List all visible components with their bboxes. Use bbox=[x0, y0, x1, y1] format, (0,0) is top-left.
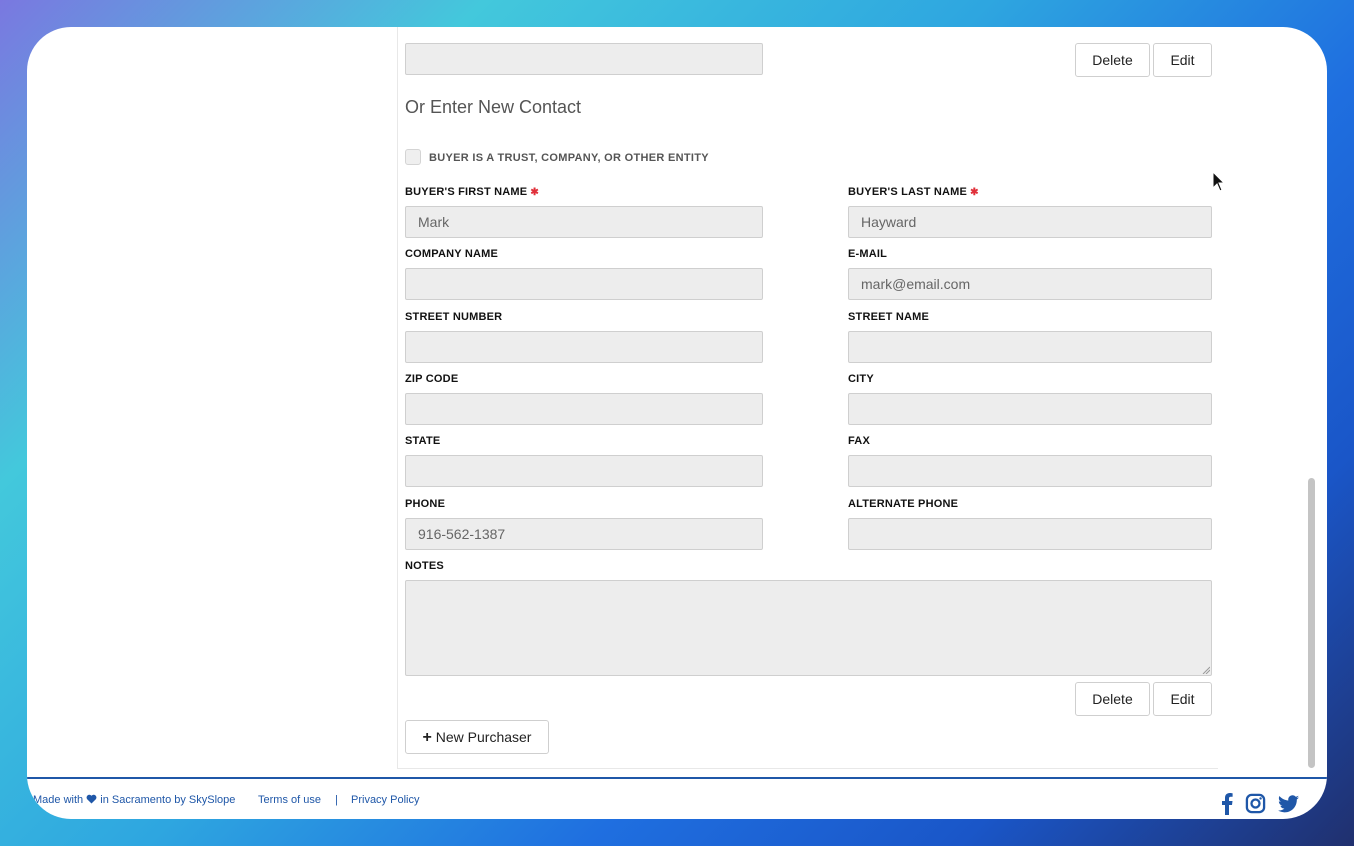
twitter-icon[interactable] bbox=[1278, 795, 1299, 813]
city-label: CITY bbox=[848, 373, 874, 385]
alternate-phone-input[interactable] bbox=[848, 518, 1212, 550]
entity-checkbox-label: BUYER IS A TRUST, COMPANY, OR OTHER ENTI… bbox=[429, 152, 709, 164]
app-window: Delete Edit Or Enter New Contact BUYER I… bbox=[27, 27, 1327, 819]
edit-button[interactable]: Edit bbox=[1153, 682, 1212, 716]
zip-code-label: ZIP CODE bbox=[405, 373, 459, 385]
state-label: STATE bbox=[405, 435, 441, 447]
notes-label: NOTES bbox=[405, 560, 444, 572]
phone-label: PHONE bbox=[405, 498, 446, 510]
company-name-input[interactable] bbox=[405, 268, 763, 300]
last-name-input[interactable]: Hayward bbox=[848, 206, 1212, 238]
new-purchaser-label: New Purchaser bbox=[435, 729, 532, 745]
privacy-link[interactable]: Privacy Policy bbox=[351, 794, 419, 806]
previous-contact-field[interactable] bbox=[405, 43, 763, 75]
resize-handle-icon[interactable] bbox=[1202, 666, 1210, 674]
required-marker: ✱ bbox=[530, 187, 539, 198]
new-purchaser-button[interactable]: + New Purchaser bbox=[405, 720, 549, 754]
notes-textarea[interactable] bbox=[405, 580, 1212, 676]
new-contact-heading: Or Enter New Contact bbox=[405, 97, 582, 117]
company-name-label: COMPANY NAME bbox=[405, 248, 499, 260]
email-label: E-MAIL bbox=[848, 248, 888, 260]
instagram-icon[interactable] bbox=[1245, 793, 1266, 814]
delete-button-top[interactable]: Delete bbox=[1075, 43, 1150, 77]
required-marker: ✱ bbox=[970, 187, 979, 198]
facebook-icon[interactable] bbox=[1221, 793, 1233, 815]
scrollbar[interactable] bbox=[1308, 478, 1315, 768]
phone-input[interactable]: 916-562-1387 bbox=[405, 518, 763, 550]
terms-link[interactable]: Terms of use bbox=[258, 794, 321, 806]
entity-checkbox[interactable] bbox=[405, 149, 421, 165]
footer-made-with: Made with in Sacramento by SkySlope bbox=[33, 794, 236, 806]
footer-separator: | bbox=[335, 794, 338, 806]
last-name-label: BUYER'S LAST NAME ✱ bbox=[848, 186, 979, 198]
city-input[interactable] bbox=[848, 393, 1212, 425]
street-number-label: STREET NUMBER bbox=[405, 311, 503, 323]
email-input[interactable]: mark@email.com bbox=[848, 268, 1212, 300]
delete-button[interactable]: Delete bbox=[1075, 682, 1150, 716]
fax-label: FAX bbox=[848, 435, 870, 447]
alternate-phone-label: ALTERNATE PHONE bbox=[848, 498, 959, 510]
fax-input[interactable] bbox=[848, 455, 1212, 487]
heart-icon bbox=[86, 794, 97, 804]
street-number-input[interactable] bbox=[405, 331, 763, 363]
purchaser-form: Delete Edit Or Enter New Contact BUYER I… bbox=[397, 27, 1218, 769]
cursor-icon bbox=[1212, 171, 1226, 192]
edit-button-top[interactable]: Edit bbox=[1153, 43, 1212, 77]
first-name-input[interactable]: Mark bbox=[405, 206, 763, 238]
state-input[interactable] bbox=[405, 455, 763, 487]
street-name-input[interactable] bbox=[848, 331, 1212, 363]
street-name-label: STREET NAME bbox=[848, 311, 930, 323]
zip-code-input[interactable] bbox=[405, 393, 763, 425]
footer-divider bbox=[27, 777, 1327, 779]
first-name-label: BUYER'S FIRST NAME ✱ bbox=[405, 186, 539, 198]
plus-icon: + bbox=[422, 729, 432, 746]
